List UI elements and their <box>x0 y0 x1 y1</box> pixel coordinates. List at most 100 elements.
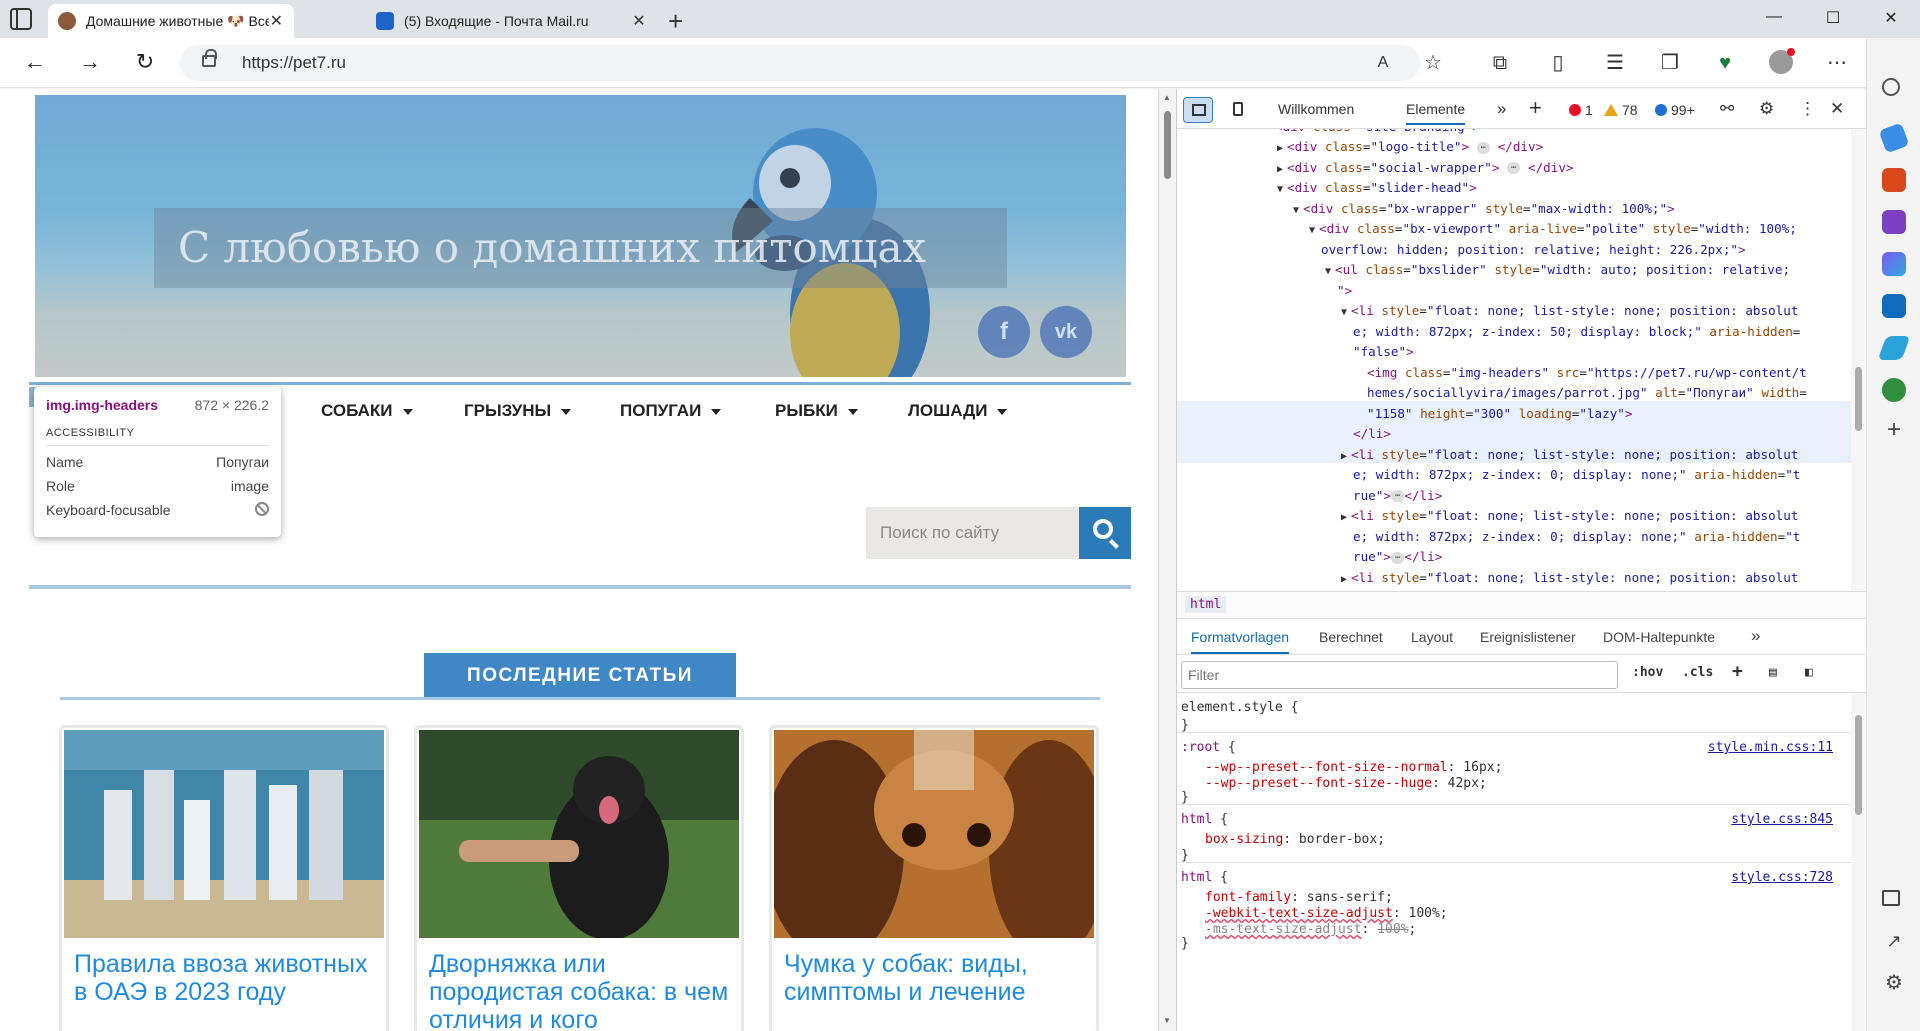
devtools-panel: Willkommen Elemente » + 1 78 99+ ⚯ ⚙ ⋮ ✕… <box>1176 89 1867 1031</box>
warnings-badge[interactable]: 78 <box>1604 102 1638 118</box>
tooltip-row: Name Попугаи <box>46 454 269 470</box>
address-bar[interactable]: https://pet7.ru <box>180 45 1420 81</box>
errors-badge[interactable]: 1 <box>1569 102 1593 118</box>
scroll-down-icon[interactable]: ▼ <box>1163 1016 1171 1025</box>
new-rule-icon[interactable]: + <box>1732 661 1743 682</box>
site-tagline: С любовью о домашних питомцах <box>154 208 1007 288</box>
tab-computed[interactable]: Berechnet <box>1319 629 1383 645</box>
add-tab-icon[interactable]: + <box>1529 95 1542 121</box>
close-devtools-icon[interactable]: ✕ <box>1830 99 1844 119</box>
tab-styles[interactable]: Formatvorlagen <box>1191 629 1290 654</box>
tooltip-section-title: ACCESSIBILITY <box>46 427 269 446</box>
sidebar-hide-icon[interactable] <box>1882 890 1900 906</box>
tab-layout[interactable]: Layout <box>1411 629 1453 645</box>
inspect-element-button[interactable] <box>1183 97 1213 123</box>
sidebar-copilot-icon[interactable] <box>1882 252 1906 276</box>
close-tab-icon[interactable]: ✕ <box>269 11 284 31</box>
class-toggle-button[interactable]: .cls <box>1682 665 1713 680</box>
sidebar-search-icon[interactable] <box>1882 78 1900 96</box>
new-tab-button[interactable]: + <box>668 6 683 37</box>
dom-scrollbar[interactable] <box>1851 129 1867 591</box>
reload-button[interactable]: ↻ <box>130 50 160 74</box>
scrollbar-thumb[interactable] <box>1855 367 1862 431</box>
menu-item-horses[interactable]: ЛОШАДИ <box>908 401 1008 421</box>
settings-gear-icon[interactable]: ⚙ <box>1759 99 1774 119</box>
sidebar-tree-icon[interactable] <box>1882 378 1906 402</box>
toolbar: ← → ↻ https://pet7.ru A ☆ ⧉ ▯ ☰ ❐ ♥ ⋯ ✦ <box>0 38 1920 88</box>
sidebar-send-icon[interactable] <box>1877 336 1911 360</box>
tab-bar: Домашние животные 🐶 Все пр ✕ (5) Входящи… <box>0 0 1920 38</box>
device-icon <box>1233 102 1243 116</box>
article-card[interactable]: Дворняжка или породистая собака: в чем о… <box>414 725 744 1031</box>
article-thumbnail <box>774 730 1094 938</box>
article-thumbnail <box>419 730 739 938</box>
scroll-up-icon[interactable]: ▲ <box>1163 93 1171 102</box>
sidebar-games-icon[interactable] <box>1882 210 1906 234</box>
menu-item-fish[interactable]: РЫБКИ <box>775 401 858 421</box>
edge-sidebar: + ↗ ⚙ <box>1866 38 1920 1031</box>
sidebar-shopping-icon[interactable] <box>1878 122 1910 154</box>
issues-icon[interactable]: ⚯ <box>1720 99 1734 119</box>
close-window-button[interactable]: ✕ <box>1876 8 1906 28</box>
article-title[interactable]: Дворняжка или породистая собака: в чем о… <box>429 950 739 1031</box>
toggle-sidebar-icon[interactable]: ◧ <box>1805 665 1813 680</box>
breadcrumb: html <box>1177 591 1867 619</box>
split-screen-icon[interactable]: ▯ <box>1543 50 1573 76</box>
device-emulation-button[interactable] <box>1223 97 1253 123</box>
performance-icon[interactable]: ♥ <box>1710 50 1740 76</box>
extensions-icon[interactable]: ⧉ <box>1485 50 1515 76</box>
scrollbar-thumb[interactable] <box>1164 111 1171 179</box>
maximize-button[interactable]: ☐ <box>1818 8 1848 28</box>
more-menu-icon[interactable]: ⋯ <box>1822 50 1852 76</box>
article-title[interactable]: Правила ввоза животных в ОАЭ в 2023 году <box>74 950 384 1006</box>
tab-welcome[interactable]: Willkommen <box>1278 101 1354 117</box>
back-button[interactable]: ← <box>20 50 50 74</box>
menu-item-parrots[interactable]: ПОПУГАИ <box>620 401 722 421</box>
avatar[interactable] <box>1766 48 1796 81</box>
dom-tree[interactable]: <div class="site-branding"> ▶<div class=… <box>1177 129 1851 591</box>
styles-scrollbar[interactable] <box>1851 693 1867 1031</box>
menu-item-dogs[interactable]: СОБАКИ <box>321 401 413 421</box>
more-tabs-icon[interactable]: » <box>1497 99 1506 119</box>
hover-state-button[interactable]: :hov <box>1632 665 1663 680</box>
devtools-more-icon[interactable]: ⋮ <box>1799 99 1816 119</box>
search-button[interactable] <box>1079 507 1131 559</box>
tab-actions-icon[interactable] <box>10 8 32 30</box>
minimize-button[interactable]: — <box>1759 8 1789 26</box>
favorite-star-icon[interactable]: ☆ <box>1418 50 1448 76</box>
latest-articles-heading: ПОСЛЕДНИЕ СТАТЬИ <box>424 653 736 699</box>
tab-event-listeners[interactable]: Ereignislistener <box>1480 629 1576 645</box>
styles-tab-bar: Formatvorlagen Berechnet Layout Ereignis… <box>1177 619 1867 655</box>
tab-pet7[interactable]: Домашние животные 🐶 Все пр ✕ <box>48 4 294 38</box>
vk-icon[interactable]: vk <box>1040 306 1092 358</box>
collections-icon[interactable]: ❐ <box>1655 50 1685 76</box>
page-scrollbar[interactable]: ▲ ▼ <box>1158 89 1176 1031</box>
sidebar-add-icon[interactable]: + <box>1882 418 1906 442</box>
sidebar-tools-icon[interactable] <box>1882 168 1906 192</box>
sidebar-settings-icon[interactable]: ⚙ <box>1882 970 1906 994</box>
menu-item-rodents[interactable]: ГРЫЗУНЫ <box>464 401 572 421</box>
article-card[interactable]: Правила ввоза животных в ОАЭ в 2023 году <box>59 725 389 1031</box>
facebook-icon[interactable]: f <box>978 306 1030 358</box>
tab-dom-breakpoints[interactable]: DOM-Haltepunkte <box>1603 629 1715 645</box>
tab-title: (5) Входящие - Почта Mail.ru <box>404 13 589 29</box>
tab-elements[interactable]: Elemente <box>1406 101 1466 125</box>
article-title[interactable]: Чумка у собак: виды, симптомы и лечение <box>784 950 1094 1006</box>
styles-filter-input[interactable] <box>1181 661 1618 689</box>
styles-pane[interactable]: element.style { } :root { style.min.css:… <box>1177 693 1851 1031</box>
web-page: С любовью о домашних питомцах f vk СОБАК… <box>0 89 1158 1031</box>
forward-button[interactable]: → <box>75 50 105 74</box>
sidebar-outlook-icon[interactable] <box>1882 294 1906 318</box>
search-input[interactable] <box>866 507 1079 559</box>
read-aloud-icon[interactable]: A <box>1368 50 1398 76</box>
element-state-icon[interactable]: ▤ <box>1769 665 1777 680</box>
scrollbar-thumb[interactable] <box>1855 715 1862 815</box>
breadcrumb-item[interactable]: html <box>1185 596 1227 613</box>
article-card[interactable]: Чумка у собак: виды, симптомы и лечение <box>769 725 1099 1031</box>
tab-mail[interactable]: (5) Входящие - Почта Mail.ru ✕ <box>366 4 658 38</box>
info-badge[interactable]: 99+ <box>1655 102 1695 118</box>
close-tab-icon[interactable]: ✕ <box>630 11 648 31</box>
sidebar-open-external-icon[interactable]: ↗ <box>1882 931 1906 955</box>
favorites-icon[interactable]: ☰ <box>1600 50 1630 76</box>
more-style-tabs-icon[interactable]: » <box>1751 626 1760 646</box>
